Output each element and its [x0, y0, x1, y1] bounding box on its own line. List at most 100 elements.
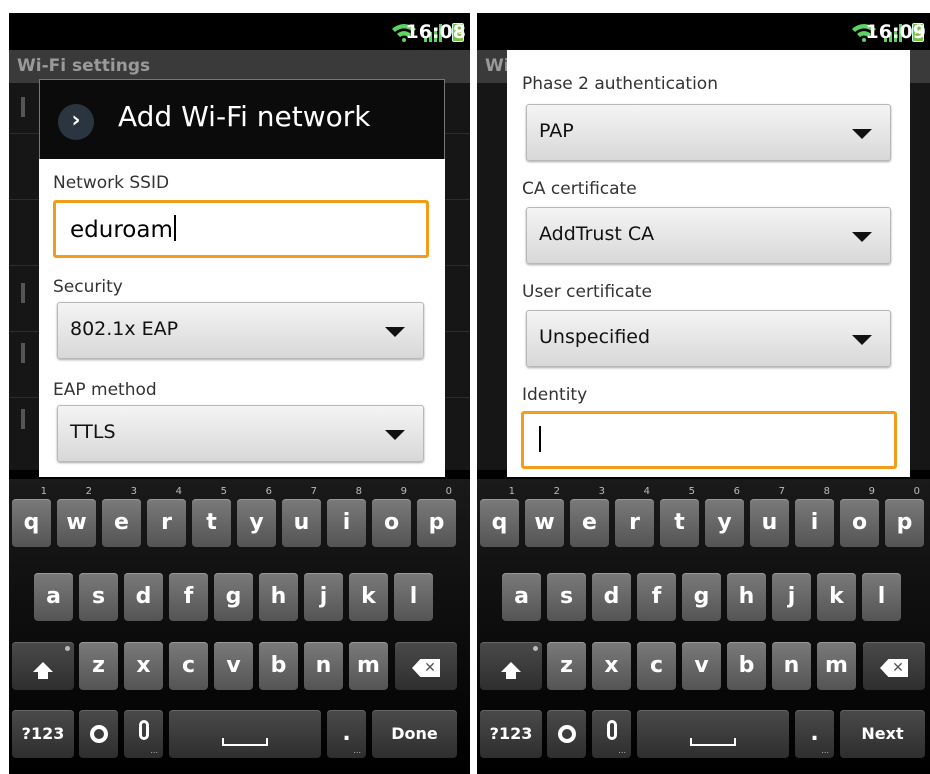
- key-x[interactable]: x: [124, 642, 163, 690]
- key-l[interactable]: l: [862, 573, 901, 621]
- user-certificate-value: Unspecified: [539, 326, 651, 348]
- key-b[interactable]: b: [727, 642, 766, 690]
- key-e[interactable]: e3: [570, 486, 609, 547]
- key-i[interactable]: i8: [795, 486, 834, 547]
- dropdown-arrow-icon: [385, 430, 405, 440]
- user-certificate-dropdown[interactable]: Unspecified: [526, 310, 891, 367]
- gear-icon: [89, 725, 108, 743]
- phase2-label: Phase 2 authentication: [522, 74, 718, 94]
- done-key[interactable]: Done: [372, 710, 457, 758]
- voice-key[interactable]: ...: [592, 710, 631, 758]
- key-b[interactable]: b: [259, 642, 298, 690]
- key-p[interactable]: p0: [417, 486, 456, 547]
- eap-method-dropdown[interactable]: TTLS: [57, 405, 424, 462]
- key-f[interactable]: f: [637, 573, 676, 621]
- security-dropdown[interactable]: 802.1x EAP: [57, 302, 424, 359]
- key-q[interactable]: q1: [12, 486, 51, 547]
- chevron-right-icon: ›: [58, 104, 94, 140]
- ca-certificate-label: CA certificate: [522, 179, 637, 199]
- key-k[interactable]: k: [349, 573, 388, 621]
- key-r[interactable]: r4: [615, 486, 654, 547]
- key-m[interactable]: m: [817, 642, 856, 690]
- gear-icon: [557, 725, 576, 743]
- backspace-icon: ✕: [880, 659, 908, 677]
- key-k[interactable]: k: [817, 573, 856, 621]
- key-a[interactable]: a: [34, 573, 73, 621]
- identity-input[interactable]: [521, 411, 897, 469]
- next-key[interactable]: Next: [840, 710, 925, 758]
- dropdown-arrow-icon: [852, 129, 872, 139]
- key-f[interactable]: f: [169, 573, 208, 621]
- symbols-key[interactable]: ?123: [12, 710, 74, 758]
- key-w[interactable]: w2: [525, 486, 564, 547]
- key-c[interactable]: c: [169, 642, 208, 690]
- shift-key[interactable]: [480, 642, 542, 690]
- key-d[interactable]: d: [124, 573, 163, 621]
- ca-certificate-value: AddTrust CA: [539, 223, 655, 245]
- space-icon: [222, 738, 268, 746]
- key-u[interactable]: u7: [282, 486, 321, 547]
- key-h[interactable]: h: [727, 573, 766, 621]
- key-n[interactable]: n: [772, 642, 811, 690]
- key-z[interactable]: z: [79, 642, 118, 690]
- key-o[interactable]: o9: [840, 486, 879, 547]
- key-t[interactable]: t5: [192, 486, 231, 547]
- key-o[interactable]: o9: [372, 486, 411, 547]
- symbols-key[interactable]: ?123: [480, 710, 542, 758]
- identity-label: Identity: [522, 385, 588, 405]
- key-n[interactable]: n: [304, 642, 343, 690]
- key-x[interactable]: x: [592, 642, 631, 690]
- key-s[interactable]: s: [79, 573, 118, 621]
- status-bar: 78 16:09: [477, 13, 930, 50]
- key-s[interactable]: s: [547, 573, 586, 621]
- security-value: 802.1x EAP: [70, 318, 179, 340]
- key-z[interactable]: z: [547, 642, 586, 690]
- add-network-dialog-scrolled: Phase 2 authentication PAP CA certificat…: [507, 50, 910, 477]
- space-key[interactable]: [169, 710, 321, 758]
- key-w[interactable]: w2: [57, 486, 96, 547]
- phone-screen-left: 78 16:08 Wi-Fi settings › Add Wi-Fi netw…: [9, 13, 470, 774]
- key-v[interactable]: v: [214, 642, 253, 690]
- key-h[interactable]: h: [259, 573, 298, 621]
- key-p[interactable]: p0: [885, 486, 924, 547]
- key-q[interactable]: q1: [480, 486, 519, 547]
- text-cursor: [539, 426, 541, 452]
- phone-screen-right: 78 16:09 Wi Phase 2 authentication PAP C…: [477, 13, 930, 774]
- shift-key[interactable]: [12, 642, 74, 690]
- period-key[interactable]: ....: [327, 710, 366, 758]
- key-a[interactable]: a: [502, 573, 541, 621]
- ssid-input[interactable]: eduroam: [53, 200, 429, 258]
- space-key[interactable]: [637, 710, 789, 758]
- key-g[interactable]: g: [214, 573, 253, 621]
- key-e[interactable]: e3: [102, 486, 141, 547]
- key-r[interactable]: r4: [147, 486, 186, 547]
- phase2-dropdown[interactable]: PAP: [526, 104, 891, 161]
- key-y[interactable]: y6: [237, 486, 276, 547]
- key-g[interactable]: g: [682, 573, 721, 621]
- key-l[interactable]: l: [394, 573, 433, 621]
- settings-key[interactable]: [79, 710, 118, 758]
- delete-key[interactable]: ✕: [863, 642, 925, 690]
- key-j[interactable]: j: [304, 573, 343, 621]
- key-v[interactable]: v: [682, 642, 721, 690]
- settings-key[interactable]: [547, 710, 586, 758]
- period-key[interactable]: ....: [795, 710, 834, 758]
- dropdown-arrow-icon: [852, 232, 872, 242]
- key-y[interactable]: y6: [705, 486, 744, 547]
- key-j[interactable]: j: [772, 573, 811, 621]
- eap-method-label: EAP method: [53, 380, 157, 400]
- dropdown-arrow-icon: [852, 335, 872, 345]
- delete-key[interactable]: ✕: [395, 642, 457, 690]
- dialog-body: Network SSID eduroam Security 802.1x EAP…: [39, 159, 445, 477]
- key-t[interactable]: t5: [660, 486, 699, 547]
- shift-icon: [33, 662, 53, 679]
- list-marker: [21, 409, 25, 429]
- dialog-header: › Add Wi-Fi network: [39, 79, 445, 159]
- key-u[interactable]: u7: [750, 486, 789, 547]
- key-d[interactable]: d: [592, 573, 631, 621]
- voice-key[interactable]: ...: [124, 710, 163, 758]
- key-i[interactable]: i8: [327, 486, 366, 547]
- key-c[interactable]: c: [637, 642, 676, 690]
- ca-certificate-dropdown[interactable]: AddTrust CA: [526, 207, 891, 264]
- key-m[interactable]: m: [349, 642, 388, 690]
